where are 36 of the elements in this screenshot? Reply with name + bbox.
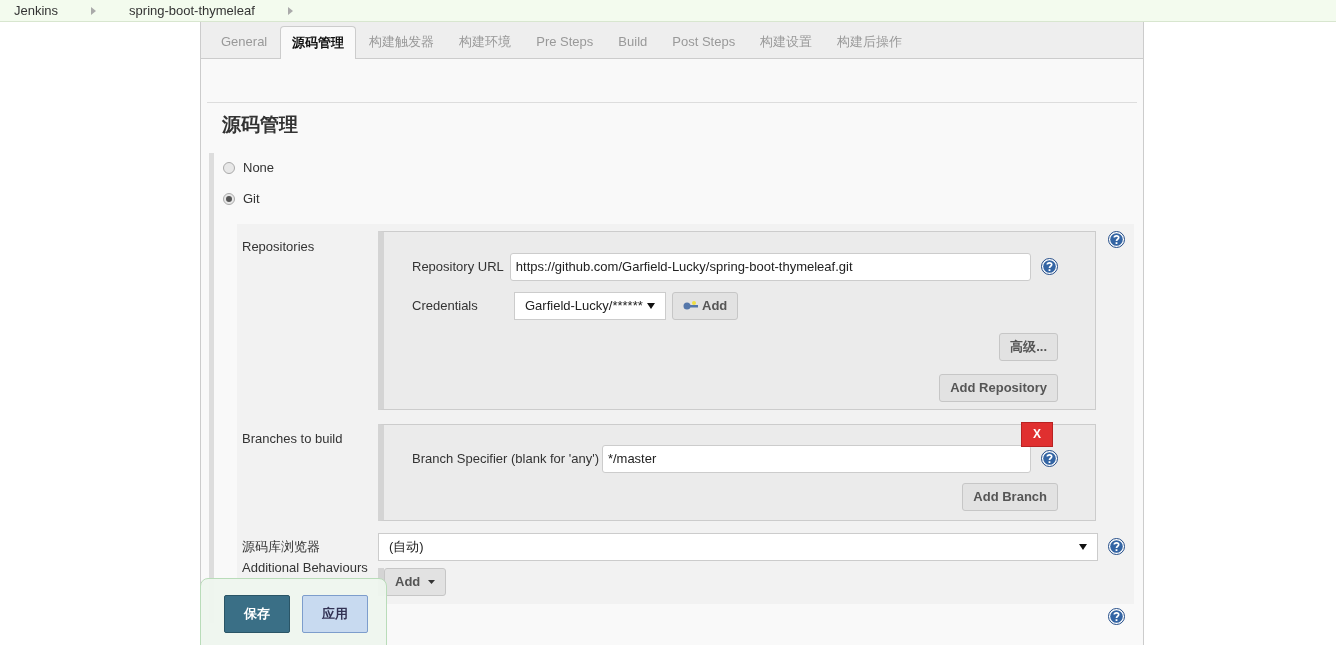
- add-behaviour-button[interactable]: Add: [384, 567, 447, 596]
- browser-select[interactable]: (自动): [378, 532, 1098, 561]
- help-icon[interactable]: [1041, 258, 1058, 275]
- add-branch-button[interactable]: Add Branch: [962, 482, 1058, 511]
- url-field[interactable]: https://github.com/Garfield-Lucky/spring-boot-thymeleaf.git: [509, 252, 1031, 281]
- radio-button[interactable]: [223, 193, 235, 205]
- advanced-button[interactable]: 高级...: [999, 332, 1058, 361]
- help-icon[interactable]: [1108, 607, 1125, 625]
- breadcrumb-link[interactable]: Jenkins: [14, 0, 59, 21]
- radio-label: None: [243, 159, 275, 178]
- help-icon[interactable]: [1108, 230, 1125, 248]
- help-icon[interactable]: [1108, 538, 1125, 555]
- caret-icon: [428, 579, 436, 584]
- field-label: Branches to build: [242, 429, 344, 448]
- tab[interactable]: 源码管理: [280, 26, 357, 59]
- radio-label: Git: [243, 190, 260, 209]
- apply-button[interactable]: 应用: [302, 595, 368, 633]
- breadcrumb-link[interactable]: spring-boot-thymeleaf: [129, 0, 255, 21]
- field-label: Branch Specifier (blank for 'any'): [412, 449, 601, 468]
- radio-button[interactable]: [223, 162, 235, 174]
- field-label: Repository URL: [412, 257, 505, 276]
- section-title: 源码管理: [222, 113, 299, 137]
- branch-specifier-field[interactable]: */master: [601, 444, 1031, 473]
- delete-button[interactable]: X: [1021, 421, 1053, 447]
- key-icon: [683, 300, 699, 311]
- help-icon[interactable]: [1041, 450, 1058, 467]
- dropdown-arrow-icon: [1079, 543, 1087, 550]
- field-label: Additional Behaviours: [242, 560, 369, 575]
- credentials-select[interactable]: Garfield-Lucky/******: [514, 291, 666, 320]
- add-repository-button[interactable]: Add Repository: [939, 373, 1058, 402]
- field-label: Repositories: [242, 237, 316, 256]
- save-button[interactable]: 保存: [224, 595, 290, 633]
- dropdown-arrow-icon: [647, 302, 655, 309]
- field-label: 源码库浏览器: [242, 537, 321, 556]
- field-label: Credentials: [412, 296, 479, 315]
- add-credentials-button[interactable]: Add: [672, 291, 739, 320]
